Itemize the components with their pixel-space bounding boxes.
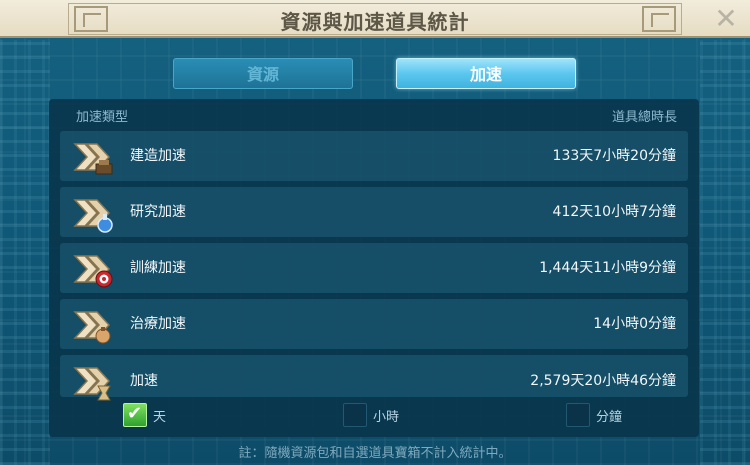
table-row: 治療加速 14小時0分鐘 [60, 299, 688, 349]
table-row: 建造加速 133天7小時20分鐘 [60, 131, 688, 181]
row-label: 訓練加速 [130, 260, 186, 276]
table-row: 研究加速 412天10小時7分鐘 [60, 187, 688, 237]
row-value: 412天10小時7分鐘 [552, 204, 676, 220]
column-header-type: 加速類型 [76, 110, 129, 125]
row-value: 2,579天20小時46分鐘 [530, 373, 676, 389]
construction-speedup-icon [73, 143, 113, 175]
row-value: 1,444天11小時9分鐘 [539, 260, 676, 276]
unit-label: 小時 [373, 410, 400, 425]
healing-speedup-icon [73, 311, 111, 344]
table-row: 訓練加速 1,444天11小時9分鐘 [60, 243, 688, 293]
right-border-decoration [700, 40, 750, 465]
left-border-decoration [0, 40, 50, 465]
unit-label: 分鐘 [596, 410, 623, 425]
row-label: 建造加速 [130, 148, 186, 164]
tab-resources[interactable]: 資源 [173, 58, 353, 89]
row-label: 治療加速 [130, 316, 186, 332]
footnote: 註：隨機資源包和自選道具寶箱不計入統計中。 [238, 446, 512, 461]
unit-label: 天 [153, 410, 167, 425]
window-title: 資源與加速道具統計 [280, 10, 470, 34]
checkbox-checked-icon[interactable] [123, 403, 147, 427]
row-value: 133天7小時20分鐘 [552, 148, 676, 164]
column-header-total: 道具總時長 [611, 110, 677, 125]
title-bar: 資源與加速道具統計 ✕ [0, 0, 750, 38]
table-row: 加速 2,579天20小時46分鐘 [60, 355, 688, 401]
checkbox-unchecked-icon[interactable] [566, 403, 590, 427]
row-label: 研究加速 [130, 204, 186, 220]
tab-speedups[interactable]: 加速 [396, 58, 576, 89]
training-speedup-icon [73, 255, 113, 288]
universal-speedup-icon [73, 367, 111, 401]
close-icon[interactable]: ✕ [710, 4, 742, 34]
row-value: 14小時0分鐘 [593, 316, 676, 332]
checkbox-unchecked-icon[interactable] [343, 403, 367, 427]
research-speedup-icon [73, 199, 113, 233]
row-label: 加速 [130, 373, 158, 389]
